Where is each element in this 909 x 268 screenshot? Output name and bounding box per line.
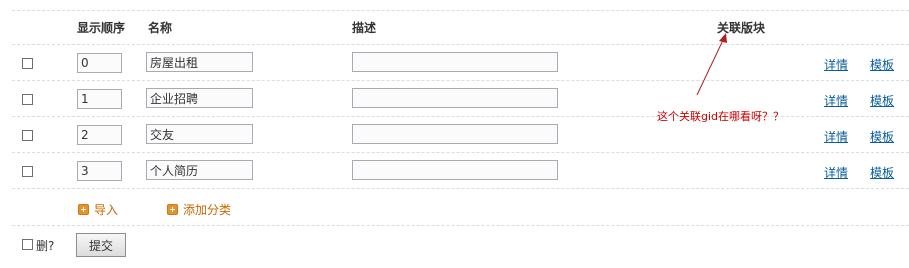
header-related-board: 关联版块 [717,21,766,35]
display-order-input[interactable] [77,161,122,181]
divider [12,10,909,11]
import-label: 导入 [94,203,119,217]
template-link[interactable]: 模板 [870,128,894,145]
detail-link[interactable]: 详情 [824,56,848,73]
delete-checkbox[interactable] [22,239,33,250]
table-row: 详情 模板 [0,153,909,189]
description-input[interactable] [352,160,558,180]
category-name-input[interactable] [146,160,253,180]
plus-icon [167,204,178,215]
import-button[interactable]: 导入 [78,201,118,218]
submit-button[interactable]: 提交 [76,233,126,257]
delete-label: 删? [36,239,55,253]
plus-icon [78,204,89,215]
category-name-input[interactable] [146,124,253,144]
header-name: 名称 [148,21,173,35]
row-select-checkbox[interactable] [22,94,33,105]
description-input[interactable] [352,52,558,72]
category-name-input[interactable] [146,88,253,108]
add-category-label: 添加分类 [183,203,232,217]
header-display-order: 显示顺序 [77,21,126,35]
divider [12,225,909,226]
row-select-checkbox[interactable] [22,58,33,69]
detail-link[interactable]: 详情 [824,128,848,145]
detail-link[interactable]: 详情 [824,92,848,109]
display-order-input[interactable] [77,125,122,145]
table-row: 详情 模板 [0,45,909,81]
description-input[interactable] [352,88,558,108]
divider [12,188,909,189]
header-description: 描述 [352,21,377,35]
row-select-checkbox[interactable] [22,130,33,141]
display-order-input[interactable] [77,53,122,73]
template-link[interactable]: 模板 [870,164,894,181]
row-select-checkbox[interactable] [22,166,33,177]
template-link[interactable]: 模板 [870,56,894,73]
category-name-input[interactable] [146,52,253,72]
add-category-button[interactable]: 添加分类 [167,201,231,218]
template-link[interactable]: 模板 [870,92,894,109]
display-order-input[interactable] [77,89,122,109]
detail-link[interactable]: 详情 [824,164,848,181]
table-header: 显示顺序 名称 描述 关联版块 [0,0,909,44]
annotation-note: 这个关联gid在哪看呀？？ [657,110,785,123]
description-input[interactable] [352,124,558,144]
